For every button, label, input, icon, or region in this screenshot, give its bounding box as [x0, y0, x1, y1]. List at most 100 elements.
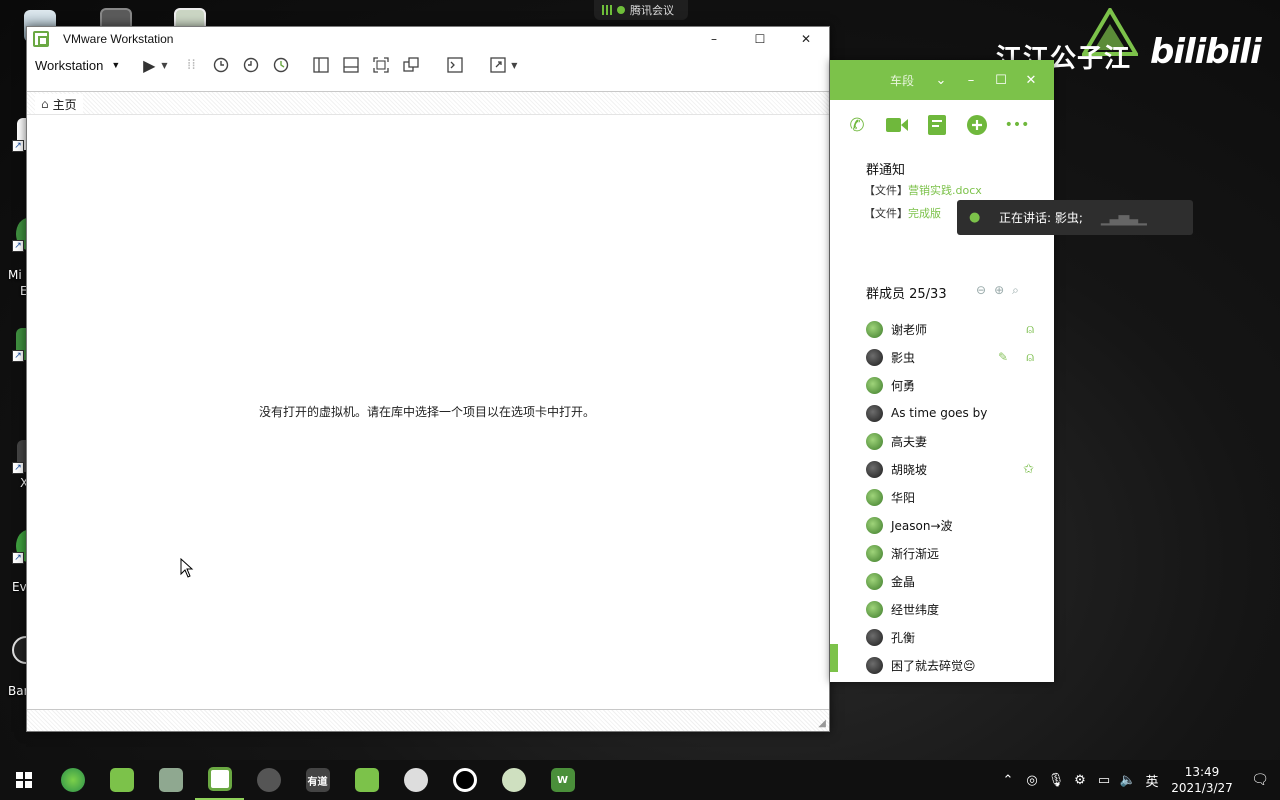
network-icon[interactable]: ▭ — [1092, 773, 1116, 788]
start-button[interactable] — [0, 760, 48, 800]
shortcut-arrow-icon: ↗ — [12, 350, 24, 362]
add-member-button[interactable] — [964, 112, 990, 138]
member-item[interactable]: Jeason→波 — [866, 514, 1046, 536]
stretch-button[interactable]: ▼ — [484, 53, 522, 77]
workstation-menu[interactable]: Workstation ▼ — [35, 58, 134, 73]
file-item[interactable]: 【文件】营销实践.docx — [864, 182, 982, 198]
empty-state-message: 没有打开的虚拟机。请在库中选择一个项目以在选项卡中打开。 — [259, 405, 596, 419]
meeting-indicator[interactable]: 腾讯会议 — [594, 0, 688, 20]
minus-member-icon[interactable]: ⊖ — [976, 283, 986, 298]
pause-button[interactable]: ⁞⁞ — [176, 53, 206, 77]
taskbar-app-edge[interactable] — [48, 760, 97, 800]
search-icon[interactable]: ⌕ — [1012, 283, 1019, 298]
send-button-edge[interactable] — [830, 644, 838, 672]
snapshot-button[interactable] — [206, 53, 236, 77]
home-icon: ⌂ — [41, 97, 49, 111]
chat-window: 车段 ⌄ – ☐ ✕ ✆ ••• 群通知 【文件】营销实践.docx 【文件】完… — [830, 60, 1054, 682]
power-on-button[interactable]: ▶ ▼ — [134, 53, 176, 77]
taskbar: 有道 W ⌃ ◎ 🎙 ⚙ ▭ 🔈 英 13:49 2021/3/27 🗨 — [0, 760, 1280, 800]
windows-logo-icon — [16, 772, 32, 788]
obs-icon — [452, 768, 477, 792]
unity-button[interactable] — [396, 53, 426, 77]
minimize-button[interactable]: – — [956, 73, 986, 88]
phone-icon: ✆ — [849, 114, 865, 136]
member-item[interactable]: 困了就去碎觉😔 — [866, 654, 1046, 676]
pause-icon: ⁞⁞ — [186, 57, 196, 73]
member-name: 经世纬度 — [891, 602, 940, 617]
add-member-icon[interactable]: ⊕ — [994, 283, 1004, 298]
word-icon: W — [550, 768, 575, 792]
taskbar-app-tencent[interactable] — [342, 760, 391, 800]
admin-icon: ⍝ — [1026, 321, 1034, 337]
chevron-down-icon[interactable]: ⌄ — [926, 73, 956, 88]
ime-indicator[interactable]: 英 — [1140, 771, 1164, 790]
file-item[interactable]: 【文件】完成版 — [864, 205, 941, 221]
close-button[interactable]: ✕ — [783, 27, 829, 51]
snail-icon — [256, 768, 281, 792]
system-tray: ⌃ ◎ 🎙 ⚙ ▭ 🔈 英 13:49 2021/3/27 🗨 — [996, 760, 1280, 800]
chat-actions: ✆ ••• — [830, 100, 1054, 150]
full-screen-icon — [373, 57, 389, 73]
taskbar-app-pdf[interactable] — [146, 760, 195, 800]
close-button[interactable]: ✕ — [1016, 73, 1046, 88]
member-item[interactable]: 何勇 — [866, 374, 1046, 396]
show-library-button[interactable] — [306, 53, 336, 77]
video-icon — [886, 118, 908, 132]
chat-titlebar[interactable]: 车段 ⌄ – ☐ ✕ — [830, 60, 1054, 100]
member-item[interactable]: 影虫 ✎ ⍝ — [866, 346, 1046, 368]
terminal-icon — [447, 57, 463, 73]
minimize-button[interactable]: – — [691, 27, 737, 51]
vmware-content-area: 没有打开的虚拟机。请在库中选择一个项目以在选项卡中打开。 — [27, 116, 829, 710]
unity-icon — [403, 57, 419, 72]
taskbar-app-vmware[interactable] — [195, 760, 244, 800]
maximize-button[interactable]: ☐ — [986, 73, 1016, 88]
tray-circle-icon[interactable]: ◎ — [1020, 773, 1044, 788]
taskbar-app-word[interactable]: W — [538, 760, 587, 800]
member-item[interactable]: 华阳 — [866, 486, 1046, 508]
paint-palette-icon — [501, 768, 526, 792]
taskbar-app-paint[interactable] — [489, 760, 538, 800]
member-item[interactable]: 金晶 — [866, 570, 1046, 592]
video-call-button[interactable] — [884, 112, 910, 138]
member-name: 华阳 — [891, 490, 916, 505]
maximize-button[interactable]: ☐ — [737, 27, 783, 51]
shortcut-arrow-icon: ↗ — [12, 462, 24, 474]
member-item[interactable]: As time goes by — [866, 402, 1046, 424]
tray-app-icon[interactable]: ⚙ — [1068, 773, 1092, 788]
taskbar-app-obs[interactable] — [440, 760, 489, 800]
member-item[interactable]: 谢老师 ⍝ — [866, 318, 1046, 340]
notification-icon[interactable]: 🗨 — [1240, 772, 1280, 788]
member-item[interactable]: 渐行渐远 — [866, 542, 1046, 564]
microphone-icon[interactable]: 🎙 — [1044, 773, 1068, 788]
snapshot-manager-button[interactable] — [266, 53, 296, 77]
chevron-up-icon[interactable]: ⌃ — [996, 773, 1020, 788]
workstation-menu-label: Workstation — [35, 57, 104, 73]
vmware-titlebar[interactable]: VMware Workstation – ☐ ✕ — [27, 27, 829, 51]
member-item[interactable]: 孔衡 — [866, 626, 1046, 648]
taskbar-app-files[interactable] — [97, 760, 146, 800]
taskbar-app-notes[interactable]: 有道 — [293, 760, 342, 800]
revert-clock-icon — [244, 57, 259, 73]
voice-call-button[interactable]: ✆ — [844, 112, 870, 138]
revert-snapshot-button[interactable] — [236, 53, 266, 77]
member-name: 何勇 — [891, 378, 916, 393]
taskbar-app-snail[interactable] — [244, 760, 293, 800]
member-item[interactable]: 胡晓坡 ✩ — [866, 458, 1046, 480]
clock[interactable]: 13:49 2021/3/27 — [1164, 764, 1240, 796]
avatar — [866, 432, 883, 450]
watermark-brand: bilibili — [1150, 32, 1262, 72]
avatar — [866, 572, 883, 590]
thumbnail-bar-button[interactable] — [336, 53, 366, 77]
avatar — [866, 376, 883, 394]
member-item[interactable]: 高夫妻 — [866, 430, 1046, 452]
speaking-indicator: ● 正在讲话: 影虫; ▁▃▅▃▁ — [957, 200, 1193, 235]
more-button[interactable]: ••• — [1004, 112, 1030, 138]
screen-share-button[interactable] — [924, 112, 950, 138]
taskbar-app-face[interactable] — [391, 760, 440, 800]
console-button[interactable] — [440, 53, 470, 77]
star-icon: ✩ — [1023, 461, 1034, 477]
full-screen-button[interactable] — [366, 53, 396, 77]
volume-icon[interactable]: 🔈 — [1116, 773, 1140, 788]
tab-home[interactable]: ⌂ 主页 — [35, 94, 83, 114]
member-item[interactable]: 经世纬度 — [866, 598, 1046, 620]
